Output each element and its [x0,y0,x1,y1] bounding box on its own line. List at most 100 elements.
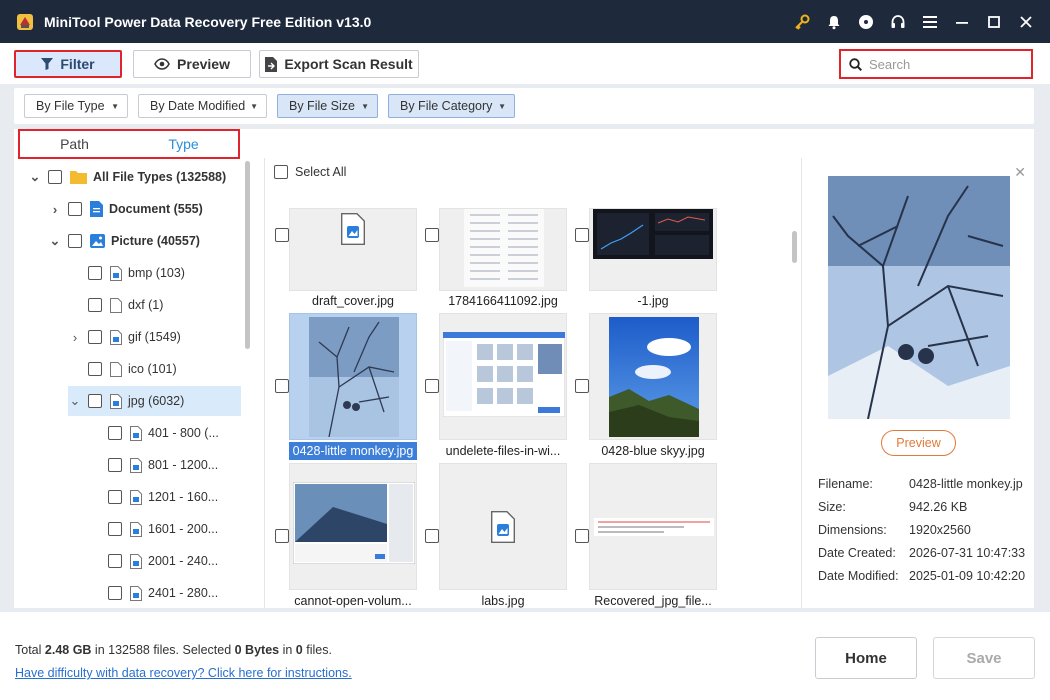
export-scan-result-button[interactable]: Export Scan Result [259,50,419,78]
tree-item-size-range[interactable]: 401 - 800 (... [108,418,219,448]
item-checkbox[interactable] [275,379,289,393]
file-thumbnail[interactable] [589,313,717,440]
image-file-icon [130,521,142,537]
tree-item-size-range[interactable]: 1601 - 200... [108,514,218,544]
menu-icon[interactable] [914,0,946,43]
file-thumbnail[interactable] [439,208,567,291]
tab-path[interactable]: Path [20,131,129,157]
select-all-label: Select All [295,165,347,179]
item-checkbox[interactable] [575,529,589,543]
title-bar: MiniTool Power Data Recovery Free Editio… [0,0,1050,43]
selected-size: 0 Bytes [234,643,280,657]
close-icon[interactable] [1010,0,1042,43]
file-thumbnail[interactable] [589,208,717,291]
tree-scrollbar[interactable] [245,161,250,349]
close-icon[interactable]: ✕ [1014,164,1026,181]
preview-panel-button[interactable]: Preview [881,430,956,456]
by-file-category-dropdown[interactable]: By File Category ▼ [388,94,515,118]
chevron-down-icon[interactable]: ⌄ [48,233,62,249]
item-checkbox[interactable] [425,379,439,393]
dimensions-label: Dimensions: [818,523,887,537]
tree-checkbox[interactable] [108,522,122,536]
key-icon[interactable] [786,0,818,43]
tree-item-jpg[interactable]: ⌄ jpg (6032) [68,386,241,416]
item-checkbox[interactable] [275,529,289,543]
disc-icon[interactable] [850,0,882,43]
chevron-down-icon[interactable]: ⌄ [28,169,42,185]
tree-checkbox[interactable] [108,458,122,472]
help-link[interactable]: Have difficulty with data recovery? Clic… [15,666,352,680]
save-button[interactable]: Save [933,637,1035,679]
maximize-icon[interactable] [978,0,1010,43]
home-button[interactable]: Home [815,637,917,679]
tree-checkbox[interactable] [108,586,122,600]
tree-checkbox[interactable] [88,362,102,376]
tree-item-bmp[interactable]: bmp (103) [88,258,185,288]
item-checkbox[interactable] [275,228,289,242]
dropdown-label: By File Size [289,99,355,113]
image-file-icon [110,265,122,281]
file-thumbnail[interactable] [289,313,417,440]
tree-item-size-range[interactable]: 801 - 1200... [108,450,218,480]
grid-scrollbar[interactable] [792,231,797,263]
tree-item-label: 801 - 1200... [148,458,219,472]
tree-item-size-range[interactable]: 2001 - 240... [108,546,218,576]
chevron-right-icon[interactable]: › [48,202,62,217]
scan-summary: Total 2.48 GB in 132588 files. Selected … [15,643,332,657]
item-checkbox[interactable] [575,379,589,393]
item-checkbox[interactable] [425,529,439,543]
tree-item-picture[interactable]: ⌄ Picture (40557) [48,226,200,256]
tree-item-label: ico (101) [128,362,177,376]
file-thumbnail[interactable] [439,463,567,590]
search-input[interactable] [869,56,1019,72]
chevron-right-icon[interactable]: › [68,330,82,345]
folder-icon [70,171,87,184]
search-box[interactable] [839,49,1033,79]
select-all[interactable]: Select All [274,165,346,179]
select-all-checkbox[interactable] [274,165,288,179]
tree-item-size-range[interactable]: 2401 - 280... [108,578,218,608]
summary-text: files. Selected [149,643,235,657]
tree-checkbox[interactable] [108,426,122,440]
tree-item-document[interactable]: › Document (555) [48,194,203,224]
filename-label: Filename: [818,477,873,491]
file-thumbnail[interactable] [439,313,567,440]
tree-checkbox[interactable] [108,554,122,568]
item-checkbox[interactable] [425,228,439,242]
document-scan-image [464,209,544,287]
window-screenshot-image [293,482,415,564]
tree-checkbox[interactable] [108,490,122,504]
file-thumbnail[interactable] [289,208,417,291]
tree-checkbox[interactable] [88,298,102,312]
headset-icon[interactable] [882,0,914,43]
item-checkbox[interactable] [575,228,589,242]
tree-checkbox[interactable] [68,202,82,216]
notification-bell-icon[interactable] [818,0,850,43]
tab-type[interactable]: Type [129,131,238,157]
picture-icon [90,234,105,248]
minimize-icon[interactable] [946,0,978,43]
toolbar: Filter Preview Export Scan Result [0,43,1050,84]
summary-text: in [91,643,109,657]
file-thumbnail[interactable] [289,463,417,590]
tree-checkbox[interactable] [68,234,82,248]
file-thumbnail[interactable] [589,463,717,590]
tree-checkbox[interactable] [88,330,102,344]
tree-item-ico[interactable]: ico (101) [88,354,177,384]
preview-toolbar-button[interactable]: Preview [133,50,251,78]
by-date-modified-dropdown[interactable]: By Date Modified ▼ [138,94,267,118]
by-file-size-dropdown[interactable]: By File Size ▼ [277,94,378,118]
date-modified-value: 2025-01-09 10:42:20 [909,569,1026,583]
tree-checkbox[interactable] [88,394,102,408]
tree-item-dxf[interactable]: dxf (1) [88,290,163,320]
tree-item-gif[interactable]: › gif (1549) [68,322,181,352]
filter-button[interactable]: Filter [14,50,122,78]
tree-item-all-file-types[interactable]: ⌄ All File Types (132588) [28,162,226,192]
tree-item-size-range[interactable]: 1201 - 160... [108,482,218,512]
tree-checkbox[interactable] [88,266,102,280]
tree-checkbox[interactable] [48,170,62,184]
chevron-down-icon[interactable]: ⌄ [68,393,82,409]
by-file-type-dropdown[interactable]: By File Type ▼ [24,94,128,118]
chevron-down-icon: ▼ [111,101,119,111]
chevron-down-icon: ▼ [498,101,506,111]
